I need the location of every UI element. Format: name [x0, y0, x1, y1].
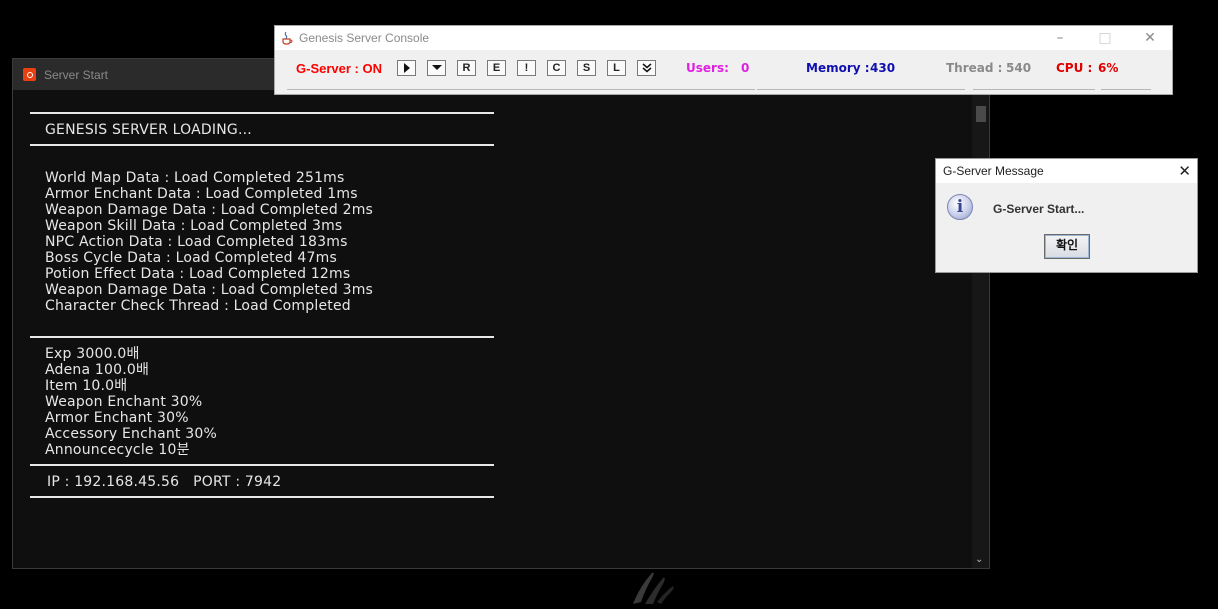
dropdown-arrow-icon	[431, 65, 442, 70]
console-rate-line: Armor Enchant 30%	[45, 410, 189, 426]
console-load-line: Weapon Damage Data : Load Completed 3ms	[45, 282, 374, 298]
console-divider	[30, 112, 494, 114]
console-rate-line: Adena 100.0배	[45, 362, 150, 378]
maximize-icon[interactable]: □	[1095, 29, 1115, 47]
info-icon: i	[947, 194, 973, 220]
console-load-line: Armor Enchant Data : Load Completed 1ms	[45, 186, 358, 202]
message-dialog-title: G-Server Message	[943, 164, 1044, 178]
console-load-line: Potion Effect Data : Load Completed 12ms	[45, 266, 351, 282]
thread-label: Thread :	[946, 61, 1003, 75]
console-load-line: Boss Cycle Data : Load Completed 47ms	[45, 250, 337, 266]
exclaim-button[interactable]: !	[517, 60, 536, 76]
toolbar-underline	[973, 89, 1095, 90]
genesis-toolbar: G-Server : ON R E ! C S L Users: 0 Memor…	[275, 50, 1172, 94]
java-cup-icon	[282, 31, 293, 45]
dropdown-button[interactable]	[427, 60, 446, 76]
console-rate-line: Weapon Enchant 30%	[45, 394, 203, 410]
server-start-title: Server Start	[44, 67, 109, 82]
console-ip-port-line: IP : 192.168.45.56 PORT : 7942	[47, 474, 282, 490]
l-button[interactable]: L	[607, 60, 626, 76]
expand-button[interactable]	[637, 60, 656, 76]
console-load-line: Weapon Skill Data : Load Completed 3ms	[45, 218, 343, 234]
s-button[interactable]: S	[577, 60, 596, 76]
console-load-line: World Map Data : Load Completed 251ms	[45, 170, 345, 186]
users-label: Users:	[686, 61, 729, 75]
cpu-label: CPU :	[1056, 61, 1093, 75]
double-chevron-down-icon	[642, 63, 651, 73]
genesis-console-title: Genesis Server Console	[299, 31, 430, 45]
memory-value: 430	[870, 61, 896, 75]
console-output: GENESIS SERVER LOADING... World Map Data…	[13, 90, 973, 568]
thread-value: 540	[1006, 61, 1032, 75]
console-rate-line: Exp 3000.0배	[45, 346, 140, 362]
memory-label: Memory :	[806, 61, 870, 75]
message-dialog-titlebar[interactable]: G-Server Message ✕	[936, 159, 1197, 183]
console-load-line: Weapon Damage Data : Load Completed 2ms	[45, 202, 374, 218]
toolbar-underline	[287, 89, 755, 90]
message-dialog: G-Server Message ✕ i G-Server Start... 확…	[935, 158, 1198, 273]
console-divider	[30, 464, 494, 466]
console-divider	[30, 144, 494, 146]
message-text: G-Server Start...	[993, 202, 1085, 216]
e-button[interactable]: E	[487, 60, 506, 76]
cpu-value: 6%	[1098, 61, 1119, 75]
console-loading-line: GENESIS SERVER LOADING...	[45, 122, 252, 138]
console-divider	[30, 496, 494, 498]
scroll-down-arrow-icon[interactable]: ⌄	[975, 554, 983, 566]
console-rate-line: Accessory Enchant 30%	[45, 426, 217, 442]
genesis-console-window: Genesis Server Console – □ ✕ G-Server : …	[274, 25, 1173, 95]
close-icon[interactable]: ✕	[1140, 29, 1160, 47]
ok-button[interactable]: 확인	[1044, 234, 1090, 259]
power-icon	[23, 68, 36, 81]
server-start-window: Server Start GENESIS SERVER LOADING... W…	[12, 58, 990, 569]
scrollbar-thumb[interactable]	[976, 106, 986, 122]
close-icon[interactable]: ✕	[1178, 161, 1191, 181]
c-button[interactable]: C	[547, 60, 566, 76]
users-value: 0	[741, 61, 750, 75]
toolbar-underline	[1101, 89, 1151, 90]
genesis-console-titlebar[interactable]: Genesis Server Console – □ ✕	[275, 26, 1172, 50]
console-rate-line: Announcecycle 10분	[45, 442, 190, 458]
console-load-line: Character Check Thread : Load Completed	[45, 298, 351, 314]
toolbar-underline	[757, 89, 965, 90]
console-divider	[30, 336, 494, 338]
play-icon	[403, 63, 410, 73]
play-button[interactable]	[397, 60, 416, 76]
desktop-background-graphic	[633, 572, 674, 604]
r-button[interactable]: R	[457, 60, 476, 76]
console-load-line: NPC Action Data : Load Completed 183ms	[45, 234, 348, 250]
console-rate-line: Item 10.0배	[45, 378, 128, 394]
minimize-icon[interactable]: –	[1050, 29, 1070, 47]
server-status-label: G-Server : ON	[296, 61, 382, 76]
